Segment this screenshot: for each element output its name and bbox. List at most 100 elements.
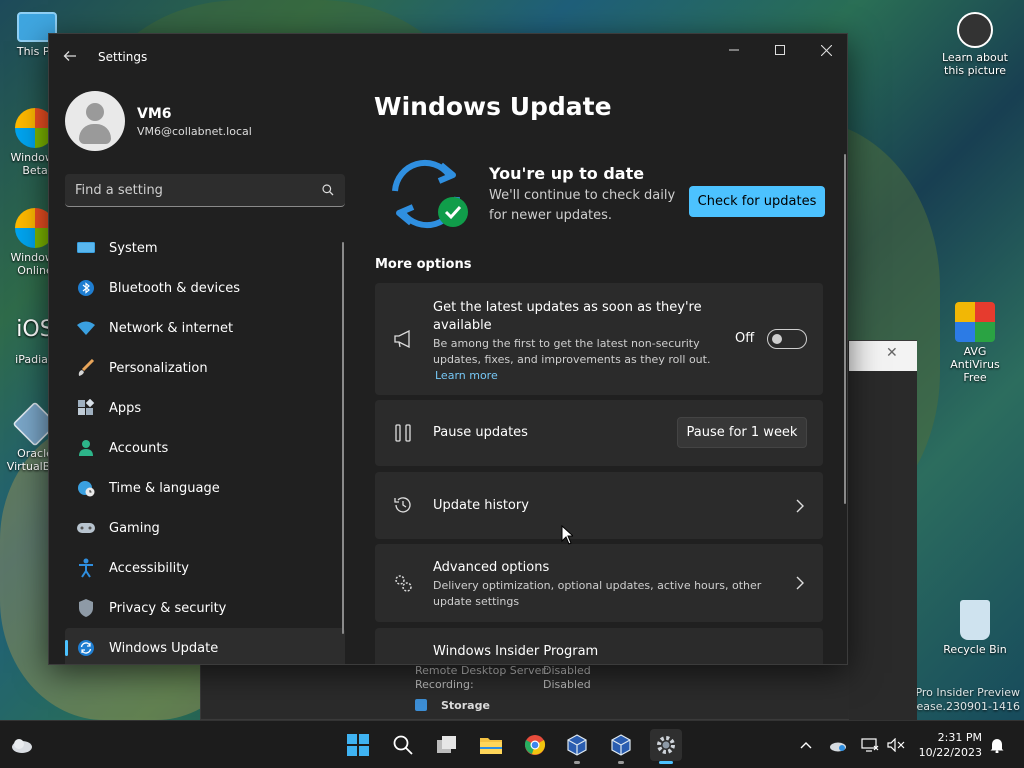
shield-icon: [75, 597, 97, 619]
minimize-button[interactable]: [711, 34, 757, 66]
sidebar-item-label: Network & internet: [109, 320, 234, 336]
megaphone-icon: [391, 327, 415, 351]
close-button[interactable]: [803, 34, 847, 66]
latest-updates-card: Get the latest updates as soon as they'r…: [375, 283, 823, 395]
bluetooth-icon: [75, 277, 97, 299]
sidebar-item-gaming[interactable]: Gaming: [65, 508, 345, 548]
onedrive-icon[interactable]: [828, 735, 848, 755]
apps-icon: [75, 397, 97, 419]
gamepad-icon: [75, 517, 97, 539]
sidebar-item-label: System: [109, 240, 158, 256]
latest-updates-toggle[interactable]: [767, 329, 807, 349]
sidebar-item-label: Apps: [109, 400, 142, 416]
card-subtitle: Delivery optimization, optional updates,…: [433, 579, 762, 608]
task-view-icon[interactable]: [431, 729, 463, 761]
search-icon[interactable]: [322, 184, 334, 196]
camera-icon: [957, 12, 993, 48]
more-options-heading: More options: [375, 257, 472, 272]
sidebar-item-privacy[interactable]: Privacy & security: [65, 588, 345, 628]
search-box[interactable]: [65, 174, 345, 207]
info-label: Remote Desktop Server:: [415, 664, 550, 677]
file-explorer-icon[interactable]: [475, 729, 507, 761]
close-icon[interactable]: ✕: [886, 345, 898, 361]
maximize-button[interactable]: [757, 34, 803, 66]
toggle-state-label: Off: [735, 331, 755, 346]
sidebar-item-network[interactable]: Network & internet: [65, 308, 345, 348]
search-icon[interactable]: [387, 729, 419, 761]
history-icon: [391, 493, 415, 517]
brush-icon: [75, 357, 97, 379]
avg-logo-icon: [955, 302, 995, 342]
desktop-icon-recycle-bin[interactable]: Recycle Bin: [940, 600, 1010, 656]
check-for-updates-button[interactable]: Check for updates: [689, 186, 825, 217]
sidebar-item-label: Gaming: [109, 520, 160, 536]
sidebar-nav: System Bluetooth & devices Network & int…: [65, 228, 345, 664]
insider-icon: [391, 656, 415, 664]
desktop-icon-learn-picture[interactable]: Learn about this picture: [940, 12, 1010, 77]
sidebar-item-time-language[interactable]: Time & language: [65, 468, 345, 508]
notification-bell-icon[interactable]: [987, 735, 1007, 755]
clock-time: 2:31 PM: [937, 731, 982, 744]
gears-icon: [391, 571, 415, 595]
status-title: You're up to date: [489, 164, 645, 183]
virtualbox-icon[interactable]: [561, 729, 593, 764]
update-icon: [75, 637, 97, 659]
user-name: VM6: [137, 106, 172, 122]
watermark-line: lease.230901-1416: [913, 700, 1020, 713]
sidebar-item-label: Personalization: [109, 360, 208, 376]
sidebar-item-label: Time & language: [109, 480, 220, 496]
virtualbox-vm-icon[interactable]: [605, 729, 637, 764]
sidebar-item-apps[interactable]: Apps: [65, 388, 345, 428]
chevron-up-icon[interactable]: [796, 735, 816, 755]
chrome-icon[interactable]: [519, 729, 551, 761]
page-title: Windows Update: [374, 92, 612, 121]
sidebar-item-accounts[interactable]: Accounts: [65, 428, 345, 468]
mouse-cursor-icon: [561, 525, 573, 545]
sidebar-item-bluetooth[interactable]: Bluetooth & devices: [65, 268, 345, 308]
advanced-options-card[interactable]: Advanced options Delivery optimization, …: [375, 544, 823, 622]
user-email: VM6@collabnet.local: [137, 125, 252, 138]
card-title: Update history: [433, 498, 529, 513]
sidebar-scrollbar[interactable]: [342, 242, 344, 634]
info-value: Disabled: [543, 664, 591, 677]
card-title: Get the latest updates as soon as they'r…: [433, 300, 702, 333]
chevron-right-icon: [795, 664, 805, 665]
sync-check-icon: [392, 159, 468, 229]
settings-gear-icon[interactable]: [650, 729, 682, 764]
content-scrollbar[interactable]: [844, 154, 846, 504]
learn-more-link[interactable]: Learn more: [435, 369, 498, 382]
back-arrow-icon[interactable]: [63, 48, 83, 68]
toolbar-strip: [849, 371, 917, 721]
sidebar-item-accessibility[interactable]: Accessibility: [65, 548, 345, 588]
window-title: Settings: [98, 50, 148, 64]
pause-for-1-week-button[interactable]: Pause for 1 week: [677, 417, 807, 448]
chevron-right-icon: [796, 499, 804, 513]
settings-window[interactable]: Settings VM6 VM6@collabnet.local System …: [48, 33, 848, 665]
start-button[interactable]: [342, 729, 374, 761]
pause-updates-card: Pause updates Pause for 1 week: [375, 400, 823, 466]
search-input[interactable]: [75, 180, 305, 200]
network-icon[interactable]: [860, 735, 880, 755]
storage-icon: [415, 699, 427, 711]
volume-mute-icon[interactable]: [886, 735, 906, 755]
sidebar-item-windows-update[interactable]: Windows Update: [65, 628, 345, 664]
pause-icon: [391, 421, 415, 445]
sidebar-item-label: Privacy & security: [109, 600, 227, 616]
sidebar-item-system[interactable]: System: [65, 228, 345, 268]
system-clock[interactable]: 2:31 PM 10/22/2023: [919, 730, 982, 760]
insider-program-card[interactable]: Windows Insider Program: [375, 628, 823, 665]
sidebar-item-label: Windows Update: [109, 640, 219, 656]
update-history-card[interactable]: Update history: [375, 472, 823, 539]
desktop-icon-label: Recycle Bin: [943, 643, 1007, 656]
chevron-right-icon: [796, 576, 804, 590]
sidebar-item-personalization[interactable]: Personalization: [65, 348, 345, 388]
card-title: Pause updates: [433, 425, 528, 440]
clock-date: 10/22/2023: [918, 746, 982, 759]
status-subtitle: We'll continue to check daily for newer …: [489, 188, 676, 223]
card-subtitle: Be among the first to get the latest non…: [433, 337, 711, 366]
desktop-icon-avg[interactable]: AVG AntiVirus Free: [940, 302, 1010, 384]
desktop-watermark: Pro Insider Preview lease.230901-1416: [913, 686, 1020, 714]
weather-widget-icon[interactable]: [6, 729, 38, 761]
wifi-icon: [75, 317, 97, 339]
card-title: Advanced options: [433, 560, 550, 575]
